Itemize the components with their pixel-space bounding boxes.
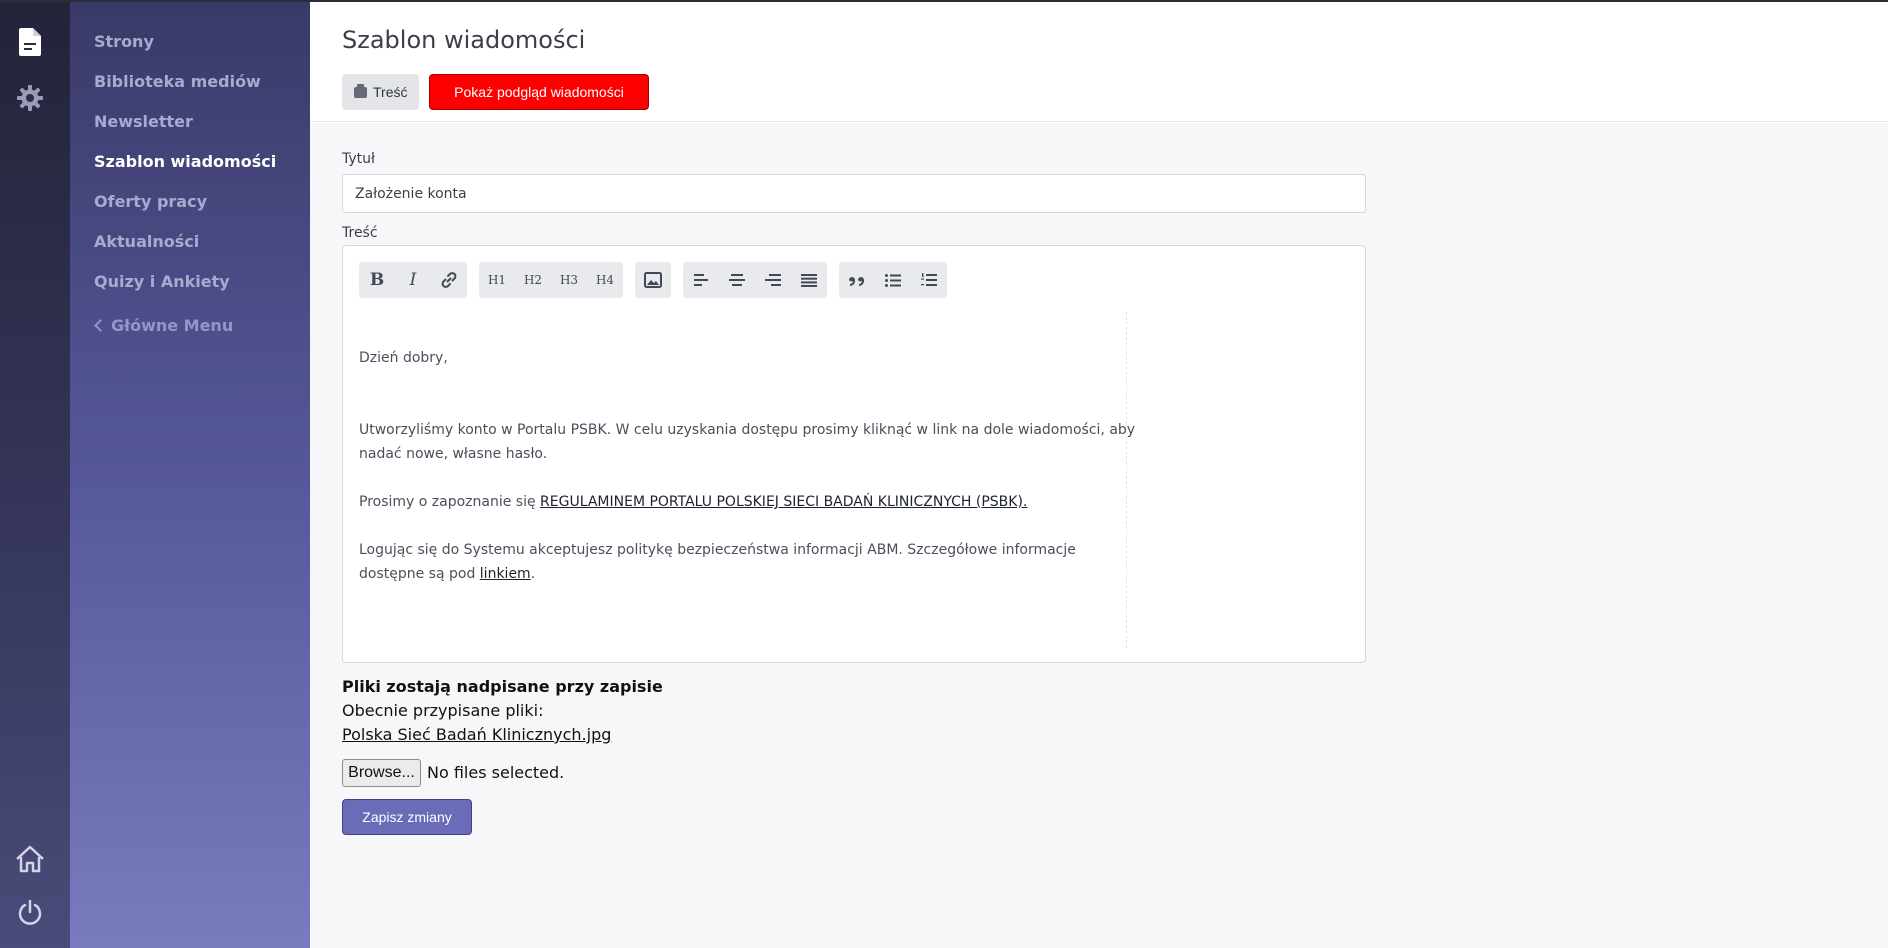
paragraph-3-line-2: dostępne są pod linkiem. xyxy=(359,562,535,586)
back-label: Główne Menu xyxy=(111,316,234,335)
top-border xyxy=(0,0,1888,2)
h2-button[interactable]: H2 xyxy=(515,262,551,298)
bold-button[interactable]: B xyxy=(359,262,395,298)
toolbar-group-headings: H1 H2 H3 H4 xyxy=(479,262,623,298)
quote-icon[interactable] xyxy=(839,262,875,298)
document-icon[interactable] xyxy=(13,25,47,59)
paragraph-1-line-2: nadać nowe, własne hasło. xyxy=(359,446,548,462)
power-icon[interactable] xyxy=(13,896,47,930)
toolbar-group-align xyxy=(683,262,827,298)
align-right-icon[interactable] xyxy=(755,262,791,298)
h4-button[interactable]: H4 xyxy=(587,262,623,298)
printer-icon xyxy=(354,83,367,98)
title-label: Tytuł xyxy=(342,151,375,167)
editor-content[interactable]: Dzień dobry, Utworzyliśmy konto w Portal… xyxy=(359,312,1135,648)
paragraph-3-suffix: . xyxy=(530,566,536,582)
align-justify-icon[interactable] xyxy=(791,262,827,298)
paragraph-1-line-1: Utworzyliśmy konto w Portalu PSBK. W cel… xyxy=(359,422,1136,438)
italic-button[interactable]: I xyxy=(395,262,431,298)
tab-tresc-label: Treść xyxy=(373,84,408,100)
icon-rail xyxy=(0,0,70,948)
title-input[interactable]: Założenie konta xyxy=(342,174,1366,213)
save-button[interactable]: Zapisz zmiany xyxy=(342,799,472,835)
page-title: Szablon wiadomości xyxy=(342,26,586,54)
files-title: Pliki zostają nadpisane przy zapisie xyxy=(342,677,663,696)
back-to-main-menu[interactable]: Główne Menu xyxy=(94,316,233,335)
tab-tresc[interactable]: Treść xyxy=(342,74,420,110)
main-area: Szablon wiadomości Treść Pokaż podgląd w… xyxy=(310,0,1888,948)
paragraph-2: Prosimy o zapoznanie się REGULAMINEM POR… xyxy=(359,490,1027,514)
paragraph-3-line-1: Logując się do Systemu akceptujesz polit… xyxy=(359,542,1076,558)
sidebar-item-szablon-wiadomosci[interactable]: Szablon wiadomości xyxy=(94,152,276,171)
home-icon[interactable] xyxy=(13,842,47,876)
align-center-icon[interactable] xyxy=(719,262,755,298)
sidebar-item-quizy-i-ankiety[interactable]: Quizy i Ankiety xyxy=(94,272,230,291)
browse-button[interactable]: Browse... xyxy=(342,759,421,787)
no-files-selected-text: No files selected. xyxy=(427,763,565,782)
align-left-icon[interactable] xyxy=(683,262,719,298)
chevron-left-icon xyxy=(94,319,107,332)
content-panel: Tytuł Założenie konta Treść B I H1 H2 H3… xyxy=(310,123,1888,948)
regulations-link[interactable]: REGULAMINEM PORTALU POLSKIEJ SIECI BADAŃ… xyxy=(540,494,1027,510)
toolbar-group-format: B I xyxy=(359,262,467,298)
h1-button[interactable]: H1 xyxy=(479,262,515,298)
sidebar: Strony Biblioteka mediów Newsletter Szab… xyxy=(70,0,310,948)
gear-icon[interactable] xyxy=(13,81,47,115)
files-subtitle: Obecnie przypisane pliki: xyxy=(342,701,544,720)
sidebar-item-oferty-pracy[interactable]: Oferty pracy xyxy=(94,192,207,211)
link-icon[interactable] xyxy=(431,262,467,298)
policy-link[interactable]: linkiem xyxy=(480,566,531,582)
numbered-list-icon[interactable] xyxy=(911,262,947,298)
content-label: Treść xyxy=(342,225,378,241)
preview-message-button[interactable]: Pokaż podgląd wiadomości xyxy=(429,74,649,110)
attached-file-link[interactable]: Polska Sieć Badań Klinicznych.jpg xyxy=(342,725,611,744)
title-input-value: Założenie konta xyxy=(355,185,467,202)
greeting-text: Dzień dobry, xyxy=(359,350,448,366)
sidebar-item-strony[interactable]: Strony xyxy=(94,32,154,51)
toolbar-group-image xyxy=(635,262,671,298)
toolbar-group-blocks xyxy=(839,262,947,298)
bullet-list-icon[interactable] xyxy=(875,262,911,298)
paragraph-2-prefix: Prosimy o zapoznanie się xyxy=(359,494,541,510)
sidebar-item-biblioteka-mediow[interactable]: Biblioteka mediów xyxy=(94,72,261,91)
rich-text-editor[interactable]: B I H1 H2 H3 H4 Dzień dobry, Utworzyliśm… xyxy=(342,245,1366,663)
paragraph-3-prefix: dostępne są pod xyxy=(359,566,480,582)
image-icon[interactable] xyxy=(635,262,671,298)
sidebar-item-newsletter[interactable]: Newsletter xyxy=(94,112,193,131)
page-header: Szablon wiadomości Treść Pokaż podgląd w… xyxy=(310,0,1888,122)
sidebar-item-aktualnosci[interactable]: Aktualności xyxy=(94,232,199,251)
h3-button[interactable]: H3 xyxy=(551,262,587,298)
